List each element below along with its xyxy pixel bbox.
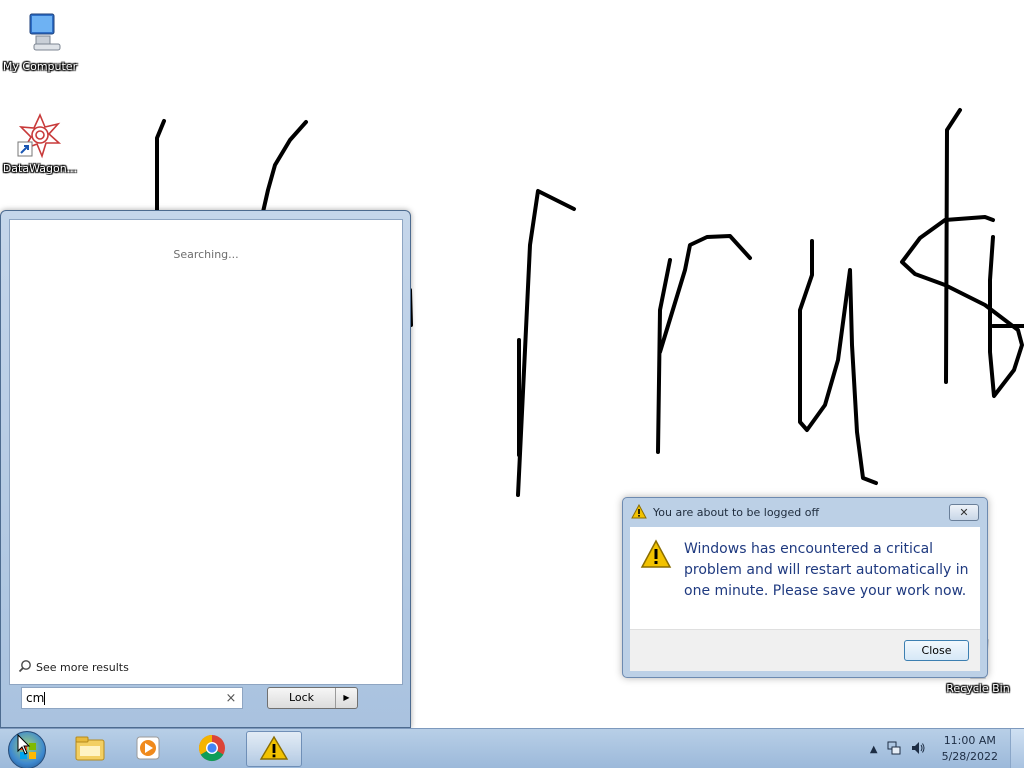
desktop-icon-datawagon[interactable]: DataWagon... <box>0 112 80 175</box>
clear-search-icon[interactable]: × <box>224 691 238 706</box>
datawagon-icon <box>16 112 64 160</box>
network-icon[interactable] <box>886 740 902 759</box>
see-more-results-label: See more results <box>36 661 129 674</box>
warning-icon <box>631 503 647 522</box>
dialog-message: Windows has encountered a critical probl… <box>684 541 969 599</box>
system-tray: ▲ 11:00 AM 5/28/2022 <box>870 729 1024 768</box>
computer-icon <box>16 10 64 58</box>
desktop-icon-label: My Computer <box>2 60 78 73</box>
dialog-titlebar[interactable]: You are about to be logged off ✕ <box>623 498 987 527</box>
dialog-title: You are about to be logged off <box>653 506 820 519</box>
dialog-body: Windows has encountered a critical probl… <box>630 527 980 629</box>
start-menu-results-pane: Searching... See more results <box>9 219 403 685</box>
mouse-cursor-icon <box>17 734 31 755</box>
taskbar-chrome[interactable] <box>184 731 240 767</box>
explorer-icon <box>74 734 106 765</box>
taskbar-warning-dialog[interactable] <box>246 731 302 767</box>
search-input-value: cm <box>26 691 45 705</box>
show-hidden-icons-arrow[interactable]: ▲ <box>870 744 878 755</box>
taskbar-explorer[interactable] <box>62 731 118 767</box>
search-icon <box>18 659 32 676</box>
taskbar-clock[interactable]: 11:00 AM 5/28/2022 <box>942 733 998 765</box>
warning-icon <box>259 735 289 764</box>
taskbar-media-player[interactable] <box>120 731 176 767</box>
chrome-icon <box>197 733 227 766</box>
dialog-footer: Close <box>630 629 980 671</box>
lock-button[interactable]: Lock <box>268 688 335 708</box>
show-desktop-button[interactable] <box>1010 729 1024 768</box>
clock-time: 11:00 AM <box>943 734 996 747</box>
start-search-input[interactable]: cm × <box>21 687 243 709</box>
close-button[interactable]: Close <box>904 640 969 661</box>
power-button-group: Lock ▶ <box>267 687 358 709</box>
clock-date: 5/28/2022 <box>941 750 998 763</box>
dialog-close-icon[interactable]: ✕ <box>949 504 979 521</box>
desktop-icon-label: Recycle Bin <box>946 682 1010 695</box>
taskbar: ▲ 11:00 AM 5/28/2022 <box>0 728 1024 768</box>
search-status-text: Searching... <box>173 248 239 261</box>
warning-icon <box>640 539 672 617</box>
desktop-icon-my-computer[interactable]: My Computer <box>0 10 80 73</box>
power-options-arrow-icon[interactable]: ▶ <box>335 688 357 708</box>
see-more-results-link[interactable]: See more results <box>18 659 129 676</box>
volume-icon[interactable] <box>910 740 926 759</box>
logoff-warning-dialog: You are about to be logged off ✕ Windows… <box>622 497 988 678</box>
desktop-icon-label: DataWagon... <box>2 162 78 175</box>
start-menu: Searching... See more results cm × Lock … <box>0 210 411 728</box>
media-player-icon <box>134 734 162 765</box>
